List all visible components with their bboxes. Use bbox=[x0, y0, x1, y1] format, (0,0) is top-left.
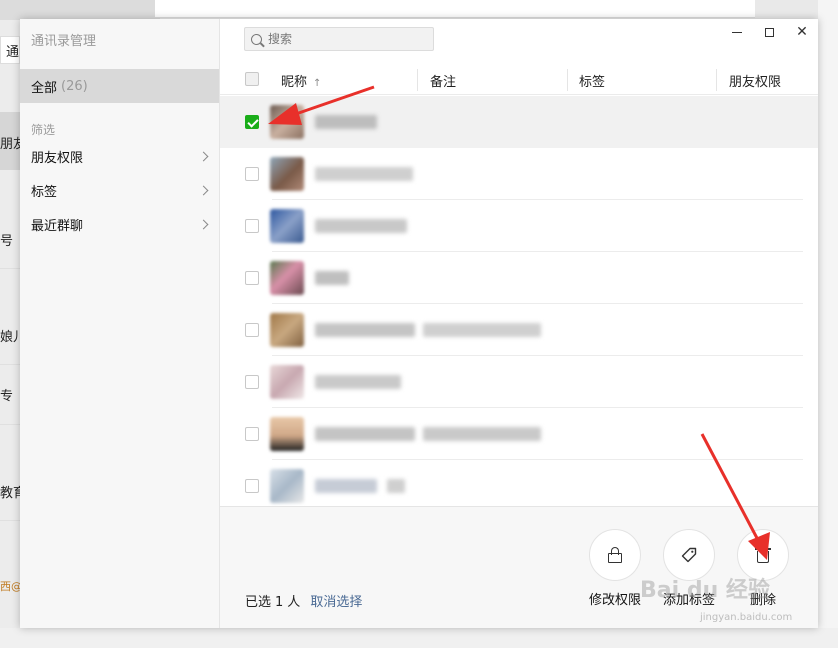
search-input[interactable] bbox=[268, 32, 418, 46]
action-bar: 已选 1 人取消选择 修改权限 添加标签 删除 bbox=[220, 506, 818, 628]
maximize-icon bbox=[764, 27, 774, 37]
background-topbar bbox=[155, 0, 755, 18]
background-text: 朋友 bbox=[0, 137, 20, 152]
avatar bbox=[270, 469, 304, 503]
column-friend-permission[interactable]: 朋友权限 bbox=[729, 71, 781, 90]
contact-name-redacted bbox=[315, 271, 349, 285]
contact-name-redacted bbox=[315, 427, 415, 441]
avatar bbox=[270, 261, 304, 295]
maximize-button[interactable] bbox=[754, 19, 784, 45]
row-checkbox[interactable] bbox=[245, 167, 259, 181]
minimize-button[interactable] bbox=[722, 19, 752, 45]
table-row[interactable] bbox=[220, 460, 818, 506]
background-text: 号 bbox=[0, 234, 14, 249]
sidebar-item-friend-permission[interactable]: 朋友权限 bbox=[20, 141, 219, 171]
sidebar-item-recent-groups[interactable]: 最近群聊 bbox=[20, 209, 219, 239]
background-divider bbox=[0, 520, 20, 521]
column-divider bbox=[716, 69, 717, 91]
avatar bbox=[270, 417, 304, 451]
search-box[interactable] bbox=[244, 27, 434, 51]
background-text: 娘儿 bbox=[0, 330, 20, 345]
close-button[interactable]: ✕ bbox=[787, 19, 817, 45]
table-row[interactable] bbox=[220, 304, 818, 356]
background-text: 专 bbox=[0, 389, 14, 404]
sort-arrow-icon: ↑ bbox=[313, 78, 322, 89]
sidebar-item-label: 全部 bbox=[31, 80, 58, 96]
sidebar: 通讯录管理 全部 (26) 筛选 朋友权限 标签 最近群聊 bbox=[20, 19, 220, 628]
sidebar-item-label: 最近群聊 bbox=[31, 218, 84, 234]
contact-name-redacted bbox=[387, 479, 405, 493]
selected-count: 1 bbox=[275, 595, 284, 610]
table-row[interactable] bbox=[220, 148, 818, 200]
table-row[interactable] bbox=[220, 356, 818, 408]
chevron-right-icon bbox=[198, 185, 209, 195]
column-remark[interactable]: 备注 bbox=[430, 71, 456, 90]
background-bottom-edge bbox=[0, 628, 838, 648]
cancel-selection-link[interactable]: 取消选择 bbox=[310, 595, 362, 610]
table-row[interactable] bbox=[220, 252, 818, 304]
contact-name-redacted bbox=[315, 375, 401, 389]
sidebar-item-label: 标签 bbox=[31, 184, 58, 200]
baidu-watermark: Bai du 经验 bbox=[640, 578, 770, 603]
background-divider bbox=[0, 268, 20, 269]
avatar bbox=[270, 313, 304, 347]
table-row[interactable] bbox=[220, 408, 818, 460]
row-checkbox[interactable] bbox=[245, 271, 259, 285]
trash-icon bbox=[755, 547, 771, 563]
selection-summary: 已选 1 人取消选择 bbox=[245, 591, 362, 610]
select-all-checkbox[interactable] bbox=[245, 72, 259, 86]
background-right-edge bbox=[818, 0, 838, 648]
column-nickname[interactable]: 昵称 ↑ bbox=[281, 71, 321, 90]
background-app bbox=[0, 0, 20, 648]
window-title: 通讯录管理 bbox=[31, 34, 97, 49]
background-divider bbox=[0, 364, 20, 365]
table-row[interactable] bbox=[220, 96, 818, 148]
background-text: 教育 bbox=[0, 486, 20, 501]
contact-name-redacted bbox=[315, 479, 377, 493]
selected-prefix: 已选 bbox=[245, 595, 272, 610]
contact-name-redacted bbox=[315, 323, 415, 337]
close-icon: ✕ bbox=[796, 24, 808, 40]
background-text: 西@ bbox=[0, 580, 20, 593]
lock-icon bbox=[608, 547, 622, 563]
contact-name-redacted bbox=[423, 427, 541, 441]
row-checkbox[interactable] bbox=[245, 479, 259, 493]
table-header: 昵称 ↑ 备注 标签 朋友权限 bbox=[220, 65, 818, 95]
contact-name-redacted bbox=[423, 323, 541, 337]
table-row[interactable] bbox=[220, 200, 818, 252]
contact-name-redacted bbox=[315, 115, 377, 129]
contacts-manager-window: 通讯录管理 全部 (26) 筛选 朋友权限 标签 最近群聊 ✕ 昵称 ↑ 备注 bbox=[20, 19, 818, 628]
selected-unit: 人 bbox=[287, 595, 301, 610]
avatar bbox=[270, 157, 304, 191]
background-titlebar bbox=[0, 0, 160, 20]
sidebar-item-label: 朋友权限 bbox=[31, 150, 84, 166]
contact-name-redacted bbox=[315, 219, 407, 233]
column-divider bbox=[567, 69, 568, 91]
row-checkbox[interactable] bbox=[245, 115, 259, 129]
action-icon-circle bbox=[589, 529, 641, 581]
avatar bbox=[270, 105, 304, 139]
contact-count: (26) bbox=[61, 78, 88, 94]
column-tag[interactable]: 标签 bbox=[579, 71, 605, 90]
contact-name-redacted bbox=[315, 167, 413, 181]
chevron-right-icon bbox=[198, 219, 209, 229]
avatar bbox=[270, 365, 304, 399]
sidebar-item-tags[interactable]: 标签 bbox=[20, 175, 219, 205]
column-divider bbox=[417, 69, 418, 91]
row-checkbox[interactable] bbox=[245, 375, 259, 389]
sidebar-item-all[interactable]: 全部 (26) bbox=[20, 69, 219, 103]
row-checkbox[interactable] bbox=[245, 427, 259, 441]
search-icon bbox=[251, 33, 262, 45]
row-checkbox[interactable] bbox=[245, 323, 259, 337]
tag-icon bbox=[681, 547, 697, 563]
avatar bbox=[270, 209, 304, 243]
row-checkbox[interactable] bbox=[245, 219, 259, 233]
baidu-watermark-url: jingyan.baidu.com bbox=[700, 612, 793, 623]
filter-section-title: 筛选 bbox=[31, 123, 56, 137]
minimize-icon bbox=[732, 31, 742, 33]
chevron-right-icon bbox=[198, 151, 209, 161]
column-label: 昵称 bbox=[281, 75, 308, 90]
background-divider bbox=[0, 424, 20, 425]
